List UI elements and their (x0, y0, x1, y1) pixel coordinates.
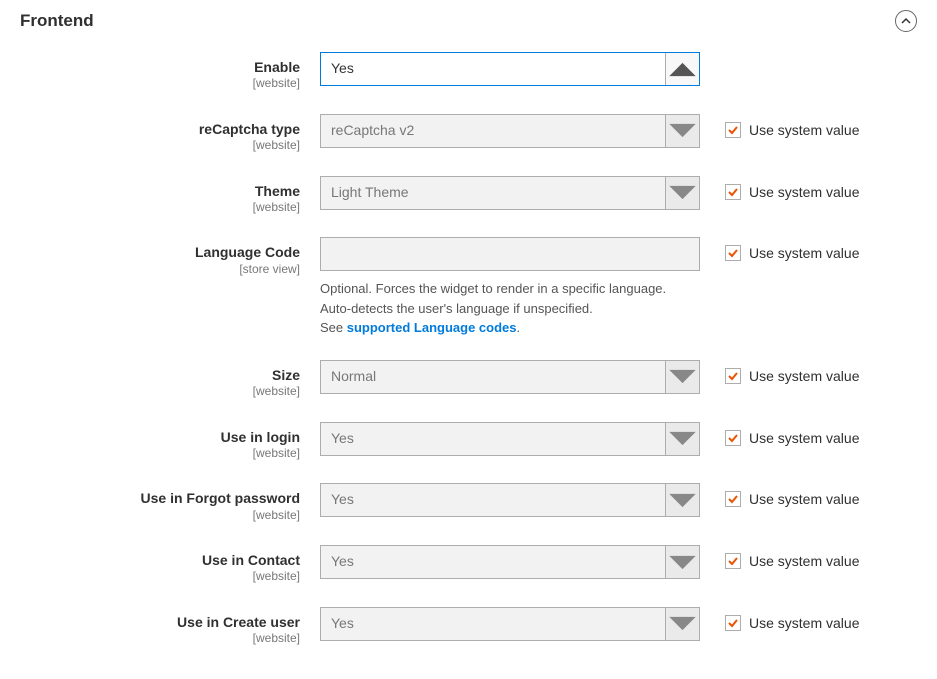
chevron-down-icon (665, 115, 699, 147)
use-system-label: Use system value (749, 245, 859, 261)
use-system-label: Use system value (749, 122, 859, 138)
select-value: Yes (321, 423, 665, 455)
field-scope: [website] (20, 446, 300, 462)
select-value: Yes (321, 608, 665, 640)
label-col: Enable [website] (20, 52, 320, 92)
create-select: Yes (320, 607, 700, 641)
field-label: Use in Create user (20, 613, 300, 631)
check-icon (727, 432, 739, 444)
section-title: Frontend (20, 11, 94, 31)
field-scope: [website] (20, 200, 300, 216)
chevron-down-icon (665, 361, 699, 393)
check-icon (727, 247, 739, 259)
check-icon (727, 124, 739, 136)
theme-select: Light Theme (320, 176, 700, 210)
field-use-in-contact: Use in Contact [website] Yes Use system … (20, 545, 917, 585)
contact-select: Yes (320, 545, 700, 579)
field-use-in-create-user: Use in Create user [website] Yes Use sys… (20, 607, 917, 647)
field-label: Theme (20, 182, 300, 200)
help-text: Optional. Forces the widget to render in… (320, 279, 700, 338)
label-col: Use in Forgot password [website] (20, 483, 320, 523)
use-system-checkbox[interactable] (725, 430, 741, 446)
help-post: . (517, 320, 521, 335)
label-col: Use in login [website] (20, 422, 320, 462)
field-enable: Enable [website] Yes (20, 52, 917, 92)
chevron-down-icon (665, 177, 699, 209)
use-system-label: Use system value (749, 553, 859, 569)
label-col: reCaptcha type [website] (20, 114, 320, 154)
select-value: Yes (321, 53, 665, 85)
check-icon (727, 493, 739, 505)
field-scope: [website] (20, 384, 300, 400)
field-label: Use in login (20, 428, 300, 446)
field-label: Size (20, 366, 300, 384)
use-system-checkbox[interactable] (725, 368, 741, 384)
label-col: Use in Contact [website] (20, 545, 320, 585)
select-value: Normal (321, 361, 665, 393)
use-system-checkbox[interactable] (725, 553, 741, 569)
label-col: Use in Create user [website] (20, 607, 320, 647)
use-system-checkbox[interactable] (725, 184, 741, 200)
chevron-up-icon (901, 16, 911, 26)
field-scope: [website] (20, 76, 300, 92)
field-size: Size [website] Normal Use system value (20, 360, 917, 400)
select-value: Light Theme (321, 177, 665, 209)
section-header: Frontend (20, 10, 917, 52)
field-language-code: Language Code [store view] Optional. For… (20, 237, 917, 338)
field-recaptcha-type: reCaptcha type [website] reCaptcha v2 Us… (20, 114, 917, 154)
field-scope: [store view] (20, 262, 300, 278)
field-scope: [website] (20, 508, 300, 524)
recaptcha-type-select: reCaptcha v2 (320, 114, 700, 148)
label-col: Size [website] (20, 360, 320, 400)
use-system-label: Use system value (749, 368, 859, 384)
field-scope: [website] (20, 631, 300, 647)
chevron-down-icon (665, 608, 699, 640)
forgot-select: Yes (320, 483, 700, 517)
select-value: Yes (321, 546, 665, 578)
field-label: Language Code (20, 243, 300, 261)
check-icon (727, 186, 739, 198)
collapse-toggle[interactable] (895, 10, 917, 32)
chevron-down-icon (665, 546, 699, 578)
help-see: See (320, 320, 347, 335)
field-scope: [website] (20, 569, 300, 585)
label-col: Language Code [store view] (20, 237, 320, 277)
supported-languages-link[interactable]: supported Language codes (347, 320, 517, 335)
language-code-input (320, 237, 700, 271)
use-system-label: Use system value (749, 430, 859, 446)
select-value: Yes (321, 484, 665, 516)
field-label: Enable (20, 58, 300, 76)
use-system-checkbox[interactable] (725, 122, 741, 138)
chevron-down-icon (665, 423, 699, 455)
use-system-checkbox[interactable] (725, 245, 741, 261)
use-system-label: Use system value (749, 615, 859, 631)
field-use-in-forgot-password: Use in Forgot password [website] Yes Use… (20, 483, 917, 523)
use-system-label: Use system value (749, 491, 859, 507)
chevron-up-icon (665, 53, 699, 85)
help-text-body: Optional. Forces the widget to render in… (320, 281, 666, 316)
field-use-in-login: Use in login [website] Yes Use system va… (20, 422, 917, 462)
check-icon (727, 555, 739, 567)
chevron-down-icon (665, 484, 699, 516)
use-system-label: Use system value (749, 184, 859, 200)
check-icon (727, 617, 739, 629)
use-system-checkbox[interactable] (725, 615, 741, 631)
login-select: Yes (320, 422, 700, 456)
field-label: Use in Contact (20, 551, 300, 569)
field-theme: Theme [website] Light Theme Use system v… (20, 176, 917, 216)
field-label: Use in Forgot password (20, 489, 300, 507)
field-label: reCaptcha type (20, 120, 300, 138)
enable-select[interactable]: Yes (320, 52, 700, 86)
select-value: reCaptcha v2 (321, 115, 665, 147)
use-system-checkbox[interactable] (725, 491, 741, 507)
check-icon (727, 370, 739, 382)
label-col: Theme [website] (20, 176, 320, 216)
field-scope: [website] (20, 138, 300, 154)
size-select: Normal (320, 360, 700, 394)
